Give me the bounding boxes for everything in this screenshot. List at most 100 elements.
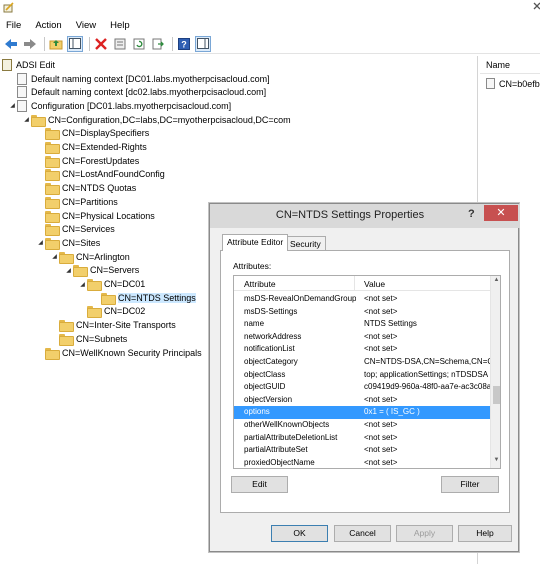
tree-root[interactable]: ADSI Edit: [2, 58, 55, 71]
properties-icon[interactable]: [112, 36, 128, 52]
tree-item[interactable]: CN=Services: [36, 223, 115, 237]
attribute-row[interactable]: proxiedObjectName <not set>: [234, 457, 490, 468]
tree-item[interactable]: CN=DisplaySpecifiers: [36, 127, 149, 141]
tree-item[interactable]: ◢ CN=Sites: [36, 236, 100, 250]
show-hide-tree-icon[interactable]: [67, 35, 83, 52]
vertical-scrollbar[interactable]: ▲ ▼: [490, 276, 500, 468]
tree-item[interactable]: CN=Partitions: [36, 195, 118, 209]
folder-icon: [87, 279, 102, 291]
up-folder-icon[interactable]: [48, 36, 64, 52]
toolbar-separator: [172, 36, 173, 51]
expanded-arrow-icon[interactable]: ◢: [50, 253, 59, 260]
export-list-icon[interactable]: [150, 36, 166, 52]
delete-icon[interactable]: [93, 36, 109, 52]
attribute-row[interactable]: objectClass top; applicationSettings; nTD…: [234, 369, 490, 382]
toolbar: ?: [0, 34, 540, 54]
list-header-name[interactable]: Name: [480, 56, 540, 74]
scroll-up-arrow-icon[interactable]: ▲: [492, 277, 500, 287]
tree-item[interactable]: CN=NTDS Quotas: [36, 182, 136, 196]
tree-item-label: CN=Services: [62, 224, 115, 235]
column-header-attribute[interactable]: Attribute: [244, 279, 276, 289]
tree-item[interactable]: CN=Extended-Rights: [36, 141, 147, 154]
tree-item[interactable]: CN=WellKnown Security Principals: [36, 346, 202, 360]
tree-item[interactable]: Default naming context [DC01.labs.myothe…: [8, 72, 270, 85]
filter-button[interactable]: Filter: [441, 476, 499, 493]
tree-item[interactable]: CN=DC02: [78, 305, 145, 319]
menu-help[interactable]: Help: [110, 20, 130, 31]
tree-item[interactable]: ◢ CN=Servers: [64, 264, 139, 278]
tree-item[interactable]: ◢ CN=DC01: [78, 278, 145, 291]
cancel-button[interactable]: Cancel: [334, 525, 391, 542]
expanded-arrow-icon[interactable]: ◢: [22, 116, 31, 123]
folder-icon: [45, 196, 60, 209]
attribute-row[interactable]: objectGUID c09419d9-960a-48f0-aa7e-ac3c08…: [234, 381, 490, 394]
tree-item[interactable]: CN=LostAndFoundConfig: [36, 168, 165, 182]
tab-security[interactable]: Security: [285, 236, 326, 251]
folder-icon: [59, 251, 74, 264]
attribute-row[interactable]: otherWellKnownObjects <not set>: [234, 419, 490, 432]
dialog-close-icon[interactable]: ✕: [484, 205, 518, 221]
help-icon[interactable]: ?: [176, 36, 192, 52]
attribute-list-header: Attribute Value: [234, 276, 490, 291]
expanded-arrow-icon[interactable]: ◢: [36, 239, 45, 246]
tree-item-label: CN=Inter-Site Transports: [76, 320, 176, 331]
expanded-arrow-icon[interactable]: ◢: [78, 281, 87, 288]
folder-icon: [31, 114, 46, 127]
menu-action[interactable]: Action: [35, 20, 61, 31]
attribute-row[interactable]: options 0x1 = ( IS_GC ): [234, 406, 490, 419]
attribute-row[interactable]: msDS-Settings <not set>: [234, 306, 490, 319]
attribute-name: otherWellKnownObjects: [244, 420, 330, 429]
tree-item-label: CN=Partitions: [62, 196, 118, 207]
back-arrow-icon[interactable]: [3, 36, 19, 52]
tree-item[interactable]: CN=Physical Locations: [36, 209, 155, 223]
attribute-name: options: [244, 407, 270, 417]
scroll-thumb[interactable]: [493, 386, 500, 404]
object-icon: [486, 78, 495, 89]
tree-item[interactable]: CN=Inter-Site Transports: [50, 319, 176, 333]
scroll-down-arrow-icon[interactable]: ▼: [492, 457, 500, 467]
attribute-row[interactable]: networkAddress <not set>: [234, 331, 490, 344]
tree-item[interactable]: CN=ForestUpdates: [36, 154, 139, 168]
attribute-row[interactable]: notificationList <not set>: [234, 343, 490, 356]
tree-item[interactable]: CN=Subnets: [50, 332, 127, 346]
tree-item-label: CN=Physical Locations: [62, 210, 155, 221]
expanded-arrow-icon[interactable]: ◢: [8, 102, 17, 109]
attribute-row[interactable]: name NTDS Settings: [234, 318, 490, 331]
menu-view[interactable]: View: [76, 20, 96, 31]
column-divider[interactable]: [354, 276, 355, 291]
edit-button[interactable]: Edit: [231, 476, 288, 493]
attribute-row[interactable]: objectVersion <not set>: [234, 394, 490, 407]
column-header-value[interactable]: Value: [364, 279, 385, 289]
help-button[interactable]: Help: [458, 525, 512, 542]
forward-arrow-icon[interactable]: [22, 36, 38, 52]
attribute-value: <not set>: [364, 344, 398, 354]
apply-button[interactable]: Apply: [396, 525, 453, 542]
adsi-edit-app-icon: [3, 2, 14, 13]
tree-item-label: Configuration [DC01.labs.myotherpcisaclo…: [31, 100, 232, 111]
attribute-row[interactable]: msDS-RevealOnDemandGroup <not set>: [234, 293, 490, 306]
tree-item[interactable]: Default naming context [dc02.labs.myothe…: [8, 86, 266, 99]
tree-item[interactable]: ◢ CN=Arlington: [50, 250, 130, 264]
tree-item-label: CN=LostAndFoundConfig: [62, 169, 165, 180]
menu-file[interactable]: File: [6, 20, 21, 31]
refresh-icon[interactable]: [131, 36, 147, 52]
attribute-value: <not set>: [364, 432, 398, 442]
expanded-arrow-icon[interactable]: ◢: [64, 267, 73, 274]
attribute-row[interactable]: partialAttributeSet <not set>: [234, 444, 490, 457]
dialog-title-bar[interactable]: CN=NTDS Settings Properties ? ✕: [210, 204, 520, 228]
attribute-value: <not set>: [364, 294, 398, 303]
window-close-icon[interactable]: [514, 0, 540, 16]
dialog-help-icon[interactable]: ?: [468, 208, 475, 220]
tree-item[interactable]: ◢ Configuration [DC01.labs.myotherpcisacl…: [8, 99, 231, 112]
attribute-list[interactable]: Attribute Value msDS-RevealOnDemandGroup…: [233, 275, 501, 469]
tree-item[interactable]: CN=NTDS Settings: [92, 291, 196, 305]
show-hide-action-pane-icon[interactable]: [195, 35, 211, 52]
ok-button[interactable]: OK: [271, 525, 328, 542]
tree-item[interactable]: ◢ CN=Configuration,DC=labs,DC=myotherpcis…: [22, 113, 291, 127]
attribute-value: <not set>: [364, 306, 398, 316]
attribute-value: top; applicationSettings; nTDSDSA: [364, 369, 489, 379]
tab-attribute-editor[interactable]: Attribute Editor: [222, 234, 289, 251]
attribute-row[interactable]: partialAttributeDeletionList <not set>: [234, 432, 490, 445]
list-item[interactable]: CN=b0efb: [486, 78, 540, 89]
attribute-row[interactable]: objectCategory CN=NTDS-DSA,CN=Schema,CN=C…: [234, 356, 490, 369]
